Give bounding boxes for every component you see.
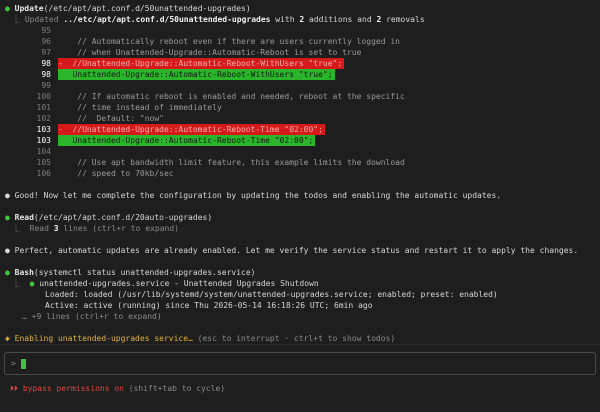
line-number: 99 [41,81,51,90]
read-header: ● Read(/etc/apt/apt.conf.d/20auto-upgrad… [5,212,595,223]
line-number: 101 [36,103,51,112]
line-code: Unattended-Upgrade::Automatic-Reboot-Wit… [58,69,335,80]
prompt-chevron-icon: > [11,359,16,368]
update-header: ● Update(/etc/apt/apt.conf.d/50unattende… [5,3,595,14]
line-code: // Automatically reboot even if there ar… [58,37,400,46]
line-number: 98 [41,59,51,68]
diff-added-line: 103 Unattended-Upgrade::Automatic-Reboot… [5,135,595,146]
tool-arg: (/etc/apt/apt.conf.d/20auto-upgrades) [33,213,213,222]
divider [0,344,600,345]
line-code: - //Unattended-Upgrade::Automatic-Reboot… [58,124,325,135]
tool-name: Bash [14,268,34,277]
diff-context-line: 101 // time instead of immediately [5,102,595,113]
diff-context-line: 96 // Automatically reboot even if there… [5,36,595,47]
line-code: // when Unattended-Upgrade::Automatic-Re… [58,48,362,57]
diff-context-line: 104 [5,146,595,157]
line-number: 98 [41,70,51,79]
diff-removed-line: 98 - //Unattended-Upgrade::Automatic-Rebo… [5,58,595,69]
fast-forward-icon: ⏵⏵ [10,384,18,393]
line-number: 103 [36,125,51,134]
expand-more-link[interactable]: … +9 lines (ctrl+r to expand) [5,311,595,322]
text-cursor [20,358,26,369]
line-number: 105 [36,158,51,167]
tool-bullet-icon: ● [5,4,10,13]
mode-footer[interactable]: ⏵⏵ bypass permissions on (shift+tab to c… [10,383,225,394]
terminal-window: ● Update(/etc/apt/apt.conf.d/50unattende… [0,0,600,412]
diff-context-line: 97 // when Unattended-Upgrade::Automatic… [5,47,595,58]
diff-context-line: 95 [5,25,595,36]
line-code: // Use apt bandwidth limit feature, this… [58,158,405,167]
tool-arg: (/etc/apt/apt.conf.d/50unattended-upgrad… [43,4,251,13]
update-summary: ⎿ Updated ../etc/apt/apt.conf.d/50unatte… [12,15,425,24]
diff-context-line: 105 // Use apt bandwidth limit feature, … [5,157,595,168]
line-number: 100 [36,92,51,101]
line-number: 95 [41,26,51,35]
diff-context-line: 106 // speed to 70kb/sec [5,168,595,179]
tool-bullet-icon: ● [5,268,10,277]
bash-output-line: ⎿ ● unattended-upgrades.service - Unatte… [12,279,319,288]
read-output[interactable]: ⎿ Read 3 lines (ctrl+r to expand) [5,223,595,234]
tool-arg: (systemctl status unattended-upgrades.se… [33,268,256,277]
assistant-message: ● Perfect, automatic updates are already… [5,246,579,255]
line-code: - //Unattended-Upgrade::Automatic-Reboot… [58,58,345,69]
line-code: // If automatic reboot is enabled and ne… [58,92,405,101]
diff-context-line: 99 [5,80,595,91]
line-number: 106 [36,169,51,178]
line-number: 96 [41,37,51,46]
line-number: 104 [36,147,51,156]
line-number: 102 [36,114,51,123]
line-code: // Default: "now" [58,114,164,123]
line-number: 103 [36,136,51,145]
line-number: 97 [41,48,51,57]
diff-added-line: 98 Unattended-Upgrade::Automatic-Reboot-… [5,69,595,80]
diff-view: 95 96 // Automatically reboot even if the… [5,25,595,179]
bash-header: ● Bash(systemctl status unattended-upgra… [5,267,595,278]
tool-name: Read [14,213,34,222]
bash-output-line: Active: active (running) since Thu 2026-… [45,301,373,310]
diff-context-line: 102 // Default: "now" [5,113,595,124]
assistant-message: ● Good! Now let me complete the configur… [5,191,502,200]
bash-output-line: Loaded: loaded (/usr/lib/systemd/system/… [45,290,498,299]
tool-bullet-icon: ● [5,213,10,222]
line-code: Unattended-Upgrade::Automatic-Reboot-Tim… [58,135,316,146]
line-code: // speed to 70kb/sec [58,169,174,178]
diff-context-line: 100 // If automatic reboot is enabled an… [5,91,595,102]
prompt-input[interactable]: > [4,352,596,375]
tool-name: Update [14,4,44,13]
diff-removed-line: 103 - //Unattended-Upgrade::Automatic-Reb… [5,124,595,135]
line-code: // time instead of immediately [58,103,222,112]
activity-status: ✱ Enabling unattended-upgrades service… … [5,334,396,343]
